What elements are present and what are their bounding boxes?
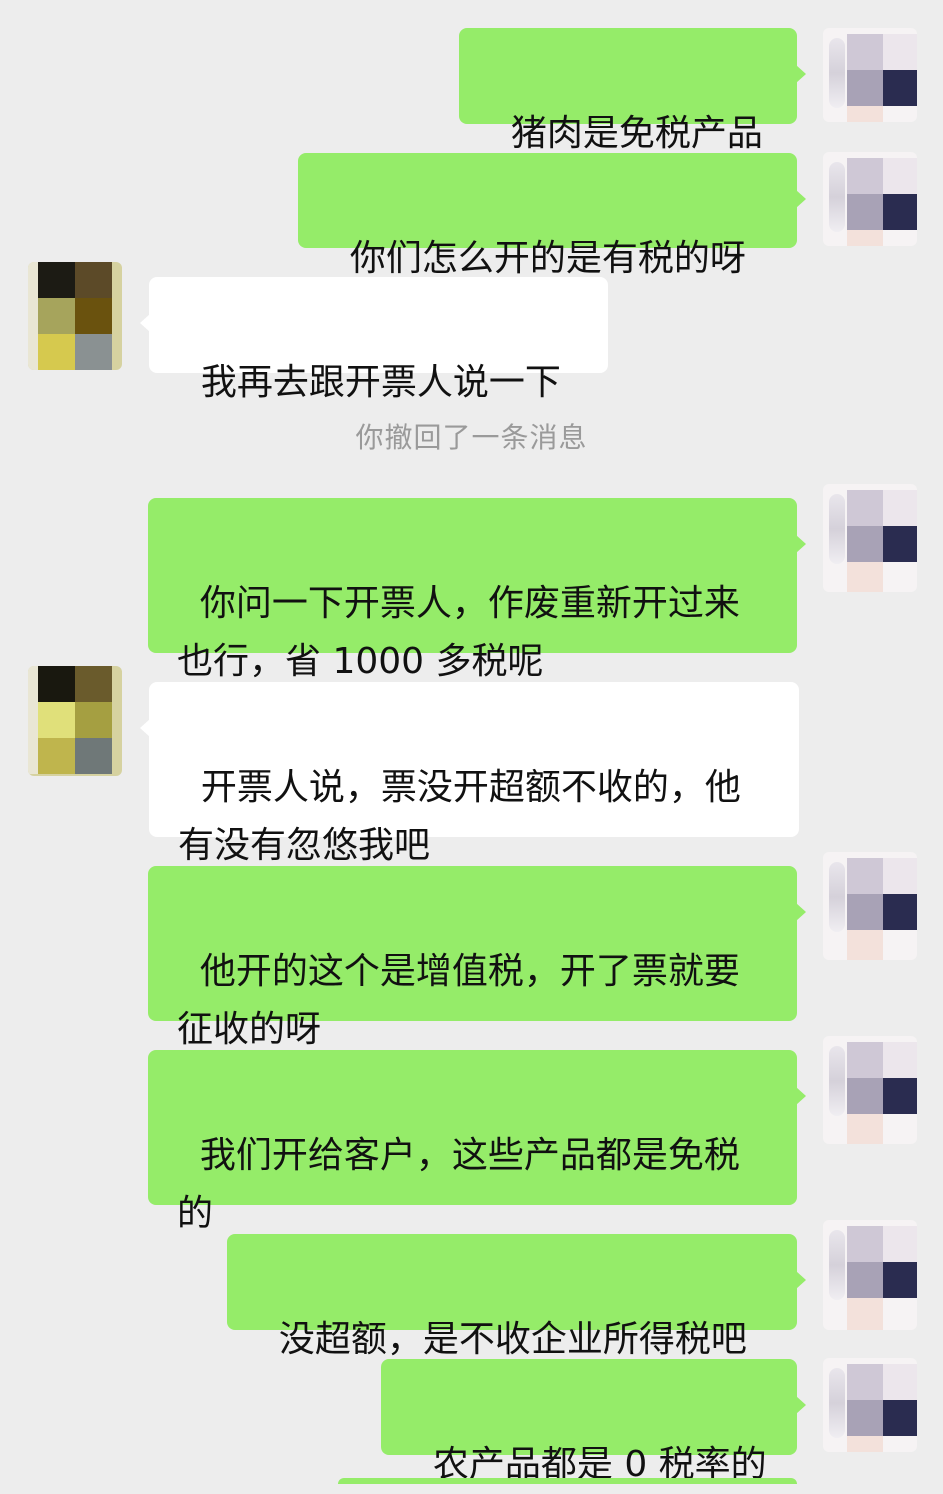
message-text: 开票人说，票没开超额不收的，他有没有忽悠我吧: [178, 767, 741, 866]
my-avatar[interactable]: [823, 852, 917, 960]
message-text: 我再去跟开票人说一下: [200, 362, 561, 403]
incoming-message-bubble[interactable]: 我再去跟开票人说一下: [140, 277, 608, 403]
outgoing-message-bubble[interactable]: 猪肉是免税产品: [459, 28, 806, 154]
message-text: 我们开给客户，这些产品都是免税的: [177, 1135, 740, 1234]
incoming-message-bubble[interactable]: 开票人说，票没开超额不收的，他有没有忽悠我吧: [140, 682, 799, 866]
message-text: 你们怎么开的是有税的呀: [349, 238, 746, 279]
message-text: 你问一下开票人，作废重新开过来也行，省 1000 多税呢: [177, 583, 740, 682]
my-avatar[interactable]: [823, 1220, 917, 1330]
recall-notice: 你撤回了一条消息: [355, 421, 588, 454]
outgoing-message-bubble[interactable]: 他开的这个是增值税，开了票就要征收的呀: [148, 866, 806, 1050]
my-avatar[interactable]: [823, 484, 917, 592]
outgoing-message-bubble-partial[interactable]: [338, 1478, 797, 1484]
my-avatar[interactable]: [823, 1358, 917, 1452]
outgoing-message-bubble[interactable]: 农产品都是 0 税率的: [381, 1359, 806, 1485]
contact-avatar[interactable]: [28, 666, 122, 776]
message-text: 没超额，是不收企业所得税吧: [278, 1319, 747, 1360]
my-avatar[interactable]: [823, 152, 917, 246]
my-avatar[interactable]: [823, 28, 917, 122]
my-avatar[interactable]: [823, 1036, 917, 1144]
message-text: 他开的这个是增值税，开了票就要征收的呀: [177, 951, 740, 1050]
outgoing-message-bubble[interactable]: 你问一下开票人，作废重新开过来也行，省 1000 多税呢: [148, 498, 806, 682]
outgoing-message-bubble[interactable]: 我们开给客户，这些产品都是免税的: [148, 1050, 806, 1234]
contact-avatar[interactable]: [28, 262, 122, 370]
outgoing-message-bubble[interactable]: 你们怎么开的是有税的呀: [298, 153, 806, 279]
message-text: 猪肉是免税产品: [510, 113, 763, 154]
outgoing-message-bubble[interactable]: 没超额，是不收企业所得税吧: [227, 1234, 806, 1360]
